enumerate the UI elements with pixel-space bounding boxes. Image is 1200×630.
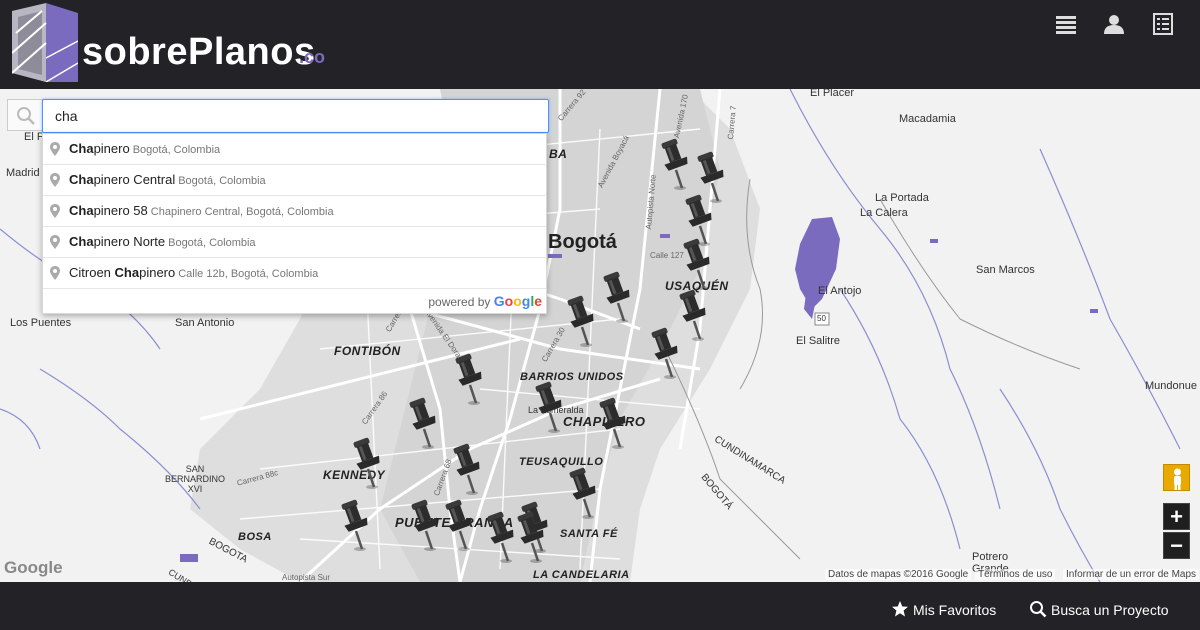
- map-marker-icon: [50, 266, 60, 280]
- site-header: sobrePlanos .co: [0, 0, 1200, 89]
- favorites-link[interactable]: Mis Favoritos: [891, 600, 996, 618]
- suggestion-secondary: Chapinero Central, Bogotá, Colombia: [150, 206, 334, 218]
- report-error-link[interactable]: Informar de un error de Maps: [1063, 569, 1200, 580]
- autocomplete-item[interactable]: Citroen Chapinero Calle 12b, Bogotá, Colo…: [43, 258, 546, 289]
- list-icon[interactable]: [1055, 13, 1077, 35]
- place-label: Los Puentes: [10, 317, 72, 329]
- road-shield-label: 50: [817, 314, 826, 323]
- pushpin-marker-icon[interactable]: [562, 465, 602, 521]
- pushpin-marker-icon[interactable]: [402, 395, 442, 451]
- suggestion-match: Cha: [69, 141, 94, 156]
- document-list-icon[interactable]: [1152, 13, 1174, 35]
- district-label: LA CANDELARIA: [533, 569, 630, 581]
- pushpin-marker-icon[interactable]: [438, 497, 478, 553]
- place-label: El Placer: [810, 89, 855, 99]
- street-view-pegman-icon[interactable]: [1163, 464, 1190, 491]
- map-attribution: Datos de mapas ©2016 Google: [825, 569, 972, 580]
- google-logo: Google: [4, 558, 63, 577]
- place-label: San Marcos: [976, 264, 1035, 276]
- favorites-label: Mis Favoritos: [913, 602, 997, 618]
- district-label: BOSA: [238, 531, 272, 543]
- autocomplete-item[interactable]: Chapinero 58 Chapinero Central, Bogotá, C…: [43, 196, 546, 227]
- autocomplete-item[interactable]: Chapinero Norte Bogotá, Colombia: [43, 227, 546, 258]
- suggestion-rest: pinero: [93, 141, 130, 156]
- city-label: Bogotá: [548, 231, 617, 253]
- place-label: Macadamia: [899, 113, 956, 125]
- search-icon: [17, 107, 35, 125]
- autocomplete-item[interactable]: Chapinero Bogotá, Colombia: [43, 134, 546, 165]
- suggestion-rest: pinero 58: [93, 203, 148, 218]
- suggestion-rest: pinero Central: [93, 172, 176, 187]
- place-label: El Salitre: [796, 335, 841, 347]
- pushpin-marker-icon[interactable]: [528, 379, 568, 435]
- road-label: Autopista Sur: [282, 573, 331, 582]
- place-label: Mundonue: [1145, 380, 1197, 392]
- map-marker-icon: [50, 204, 60, 218]
- place-label: San Antonio: [175, 317, 235, 329]
- suggestion-rest: pinero Norte: [93, 234, 166, 249]
- pushpin-marker-icon[interactable]: [446, 441, 486, 497]
- suggestion-match: Cha: [114, 265, 140, 280]
- district-label: SANTA FÉ: [560, 528, 618, 540]
- pushpin-marker-icon[interactable]: [560, 293, 600, 349]
- zoom-in-button[interactable]: +: [1163, 503, 1190, 530]
- place-label: El Antojo: [818, 285, 862, 297]
- suggestion-rest: pinero: [139, 265, 176, 280]
- suggestion-match: Cha: [69, 172, 94, 187]
- suggestion-match: Cha: [69, 234, 94, 249]
- autocomplete-dropdown: Chapinero Bogotá, Colombia Chapinero Cent…: [42, 133, 547, 314]
- suggestion-secondary: Bogotá, Colombia: [178, 175, 266, 187]
- pushpin-marker-icon[interactable]: [654, 136, 694, 192]
- site-footer: Mis Favoritos Busca un Proyecto: [0, 582, 1200, 630]
- user-icon[interactable]: [1103, 13, 1125, 35]
- pushpin-marker-icon[interactable]: [644, 325, 684, 381]
- pushpin-marker-icon[interactable]: [596, 269, 636, 325]
- district-label: FONTIBÓN: [334, 344, 401, 358]
- powered-by-label: powered by: [428, 295, 491, 309]
- suggestion-secondary: Bogotá, Colombia: [168, 237, 256, 249]
- search-project-link[interactable]: Busca un Proyecto: [1029, 600, 1169, 618]
- district-label: BA: [549, 147, 568, 161]
- pushpin-marker-icon[interactable]: [346, 435, 386, 491]
- place-label: La Calera: [860, 207, 908, 219]
- map-marker-icon: [50, 142, 60, 156]
- zoom-out-button[interactable]: −: [1163, 532, 1190, 559]
- autocomplete-item[interactable]: Chapinero Central Bogotá, Colombia: [43, 165, 546, 196]
- site-logo[interactable]: sobrePlanos .co: [12, 3, 342, 83]
- powered-by-google: powered by Google: [43, 289, 546, 313]
- suggestion-secondary: Bogotá, Colombia: [132, 144, 221, 156]
- search-project-label: Busca un Proyecto: [1051, 602, 1169, 618]
- place-label: Madrid: [6, 167, 40, 179]
- pushpin-marker-icon[interactable]: [480, 509, 520, 565]
- suggestion-match: Cha: [69, 203, 94, 218]
- building-logo-icon: [12, 3, 78, 82]
- search-icon: [1030, 601, 1047, 618]
- pushpin-marker-icon[interactable]: [592, 395, 632, 451]
- star-icon: [892, 601, 908, 617]
- map-marker-icon: [50, 173, 60, 187]
- pushpin-marker-icon[interactable]: [676, 236, 716, 292]
- pushpin-marker-icon[interactable]: [448, 351, 488, 407]
- search-button[interactable]: [7, 99, 43, 131]
- logo-tld: .co: [299, 47, 326, 67]
- place-label: La Portada: [875, 192, 929, 204]
- suggestion-secondary: Calle 12b, Bogotá, Colombia: [178, 268, 319, 280]
- suggestion-prefix: Citroen: [69, 265, 115, 280]
- map-marker-icon: [50, 235, 60, 249]
- place-label: SAN BERNARDINO XVI: [164, 464, 225, 494]
- google-wordmark: Google: [493, 293, 542, 309]
- terms-link[interactable]: Términos de uso: [975, 569, 1056, 580]
- search-input[interactable]: [42, 99, 549, 133]
- pushpin-marker-icon[interactable]: [334, 497, 374, 553]
- logo-wordmark: sobrePlanos: [82, 31, 316, 73]
